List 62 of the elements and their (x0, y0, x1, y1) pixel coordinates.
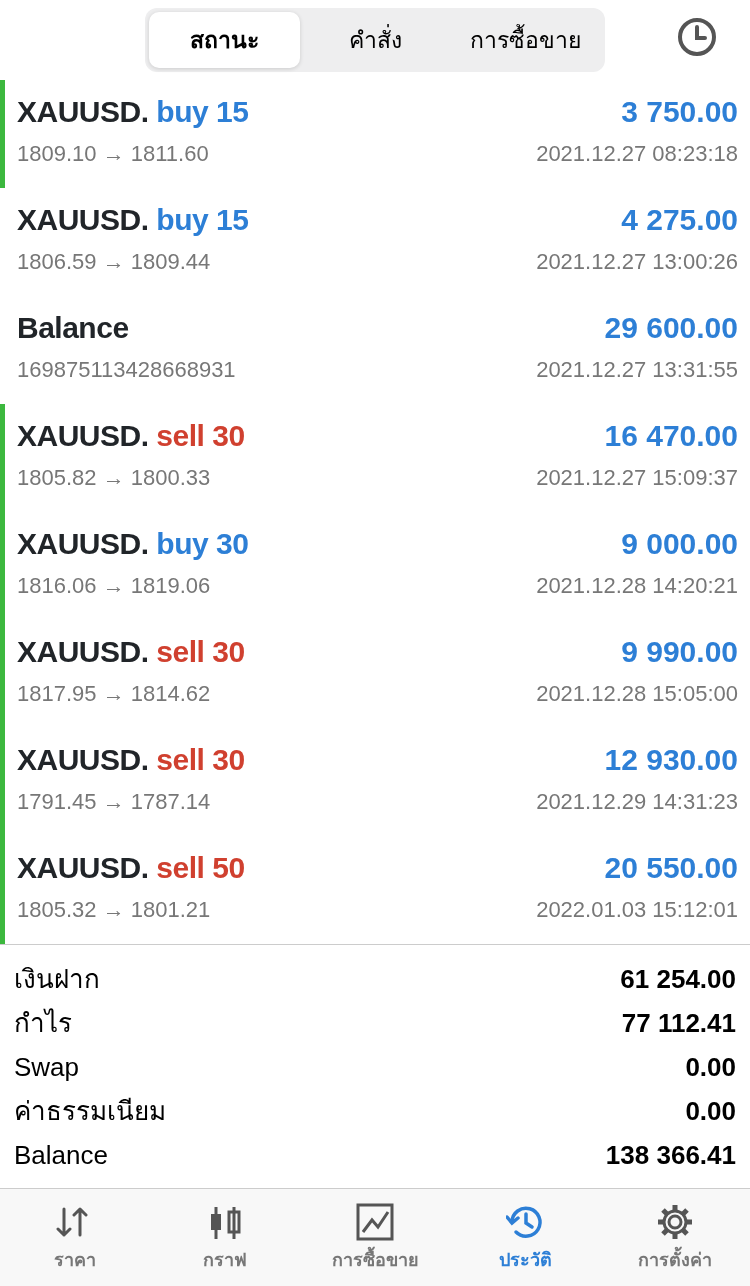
deal-time: 2021.12.27 13:00:26 (536, 248, 738, 276)
deal-time: 2021.12.28 14:20:21 (536, 572, 738, 600)
summary-value: 138 366.41 (605, 1139, 736, 1172)
tab-bar-item[interactable]: การตั้งค่า (600, 1189, 750, 1286)
deal-profit: 9 990.00 (621, 634, 738, 670)
deal-title: XAUUSD. buy 15 (17, 94, 249, 130)
summary-value: 77 112.41 (621, 1007, 736, 1040)
segment-tab[interactable]: คำสั่ง (299, 12, 451, 68)
deal-title: XAUUSD. buy 15 (17, 202, 249, 238)
deal-time: 2021.12.27 13:31:55 (536, 356, 738, 384)
summary-label: กำไร (14, 1007, 72, 1040)
history-icon[interactable] (676, 16, 718, 58)
settings-icon (656, 1203, 694, 1241)
history-icon (506, 1203, 544, 1241)
deal-prices: 1805.32 → 1801.21 (17, 896, 211, 924)
summary-label: Swap (14, 1051, 80, 1084)
tab-bar-item[interactable]: กราฟ (150, 1189, 300, 1286)
deal-title: XAUUSD. sell 30 (17, 634, 245, 670)
deal-prices: 1817.95 → 1814.62 (17, 680, 211, 708)
deal-profit: 9 000.00 (621, 526, 738, 562)
deal-prices: 1805.82 → 1800.33 (17, 464, 211, 492)
deal-prices: 1791.45 → 1787.14 (17, 788, 211, 816)
deal-profit: 3 750.00 (621, 94, 738, 130)
deal-prices: 169875113428668931 (17, 356, 236, 384)
deal-prices: 1816.06 → 1819.06 (17, 572, 211, 600)
deal-row[interactable]: XAUUSD. buy 15 3 750.00 1809.10 → 1811.60 2021.12.27 08:23:18 (0, 80, 750, 188)
tab-bar-item[interactable]: การซื้อขาย (300, 1189, 450, 1286)
deal-profit: 4 275.00 (621, 202, 738, 238)
summary-value: 0.00 (685, 1051, 736, 1084)
deal-time: 2021.12.29 14:31:23 (536, 788, 738, 816)
deal-time: 2021.12.27 08:23:18 (536, 140, 738, 168)
deal-profit: 16 470.00 (604, 418, 738, 454)
deal-prices: 1809.10 → 1811.60 (17, 140, 209, 168)
deal-row[interactable]: XAUUSD. buy 15 4 275.00 1806.59 → 1809.44 2021.12.27 13:00:26 (0, 188, 750, 296)
deal-row[interactable]: XAUUSD. sell 50 20 550.00 1805.32 → 1801.21 2022.01.03 15:12:01 (0, 836, 750, 944)
deal-profit: 29 600.00 (604, 310, 738, 346)
deal-row[interactable]: Balance 29 600.00 169875113428668931 2021.12.27 13:31:55 (0, 296, 750, 404)
tab-bar-item[interactable]: ประวัติ (450, 1189, 600, 1286)
deal-title: Balance (17, 310, 129, 346)
deal-profit: 20 550.00 (604, 850, 738, 886)
deal-title: XAUUSD. buy 30 (17, 526, 249, 562)
deal-title: XAUUSD. sell 30 (17, 742, 245, 778)
summary-label: Balance (14, 1139, 108, 1172)
tab-bar-item[interactable]: ราคา (0, 1189, 150, 1286)
deal-time: 2021.12.27 15:09:37 (536, 464, 738, 492)
line-chart-icon (356, 1203, 394, 1241)
segment-tab[interactable]: สถานะ (149, 12, 300, 68)
deal-prices: 1806.59 → 1809.44 (17, 248, 211, 276)
segment-tab[interactable]: การซื้อขาย (450, 12, 601, 68)
deal-row[interactable]: XAUUSD. sell 30 9 990.00 1817.95 → 1814.62 2021.12.28 15:05:00 (0, 620, 750, 728)
deal-time: 2022.01.03 15:12:01 (536, 896, 738, 924)
deal-row[interactable]: XAUUSD. sell 30 16 470.00 1805.82 → 1800.33 2021.12.27 15:09:37 (0, 404, 750, 512)
deal-title: XAUUSD. sell 50 (17, 850, 245, 886)
deal-row[interactable]: XAUUSD. buy 30 9 000.00 1816.06 → 1819.06 2021.12.28 14:20:21 (0, 512, 750, 620)
summary-value: 0.00 (685, 1095, 736, 1128)
deal-row[interactable]: XAUUSD. sell 30 12 930.00 1791.45 → 1787.14 2021.12.29 14:31:23 (0, 728, 750, 836)
deal-title: XAUUSD. sell 30 (17, 418, 245, 454)
deal-profit: 12 930.00 (604, 742, 738, 778)
deal-time: 2021.12.28 15:05:00 (536, 680, 738, 708)
summary-label: เงินฝาก (14, 963, 100, 996)
summary-value: 61 254.00 (620, 963, 736, 996)
summary-label: ค่าธรรมเนียม (14, 1095, 166, 1128)
